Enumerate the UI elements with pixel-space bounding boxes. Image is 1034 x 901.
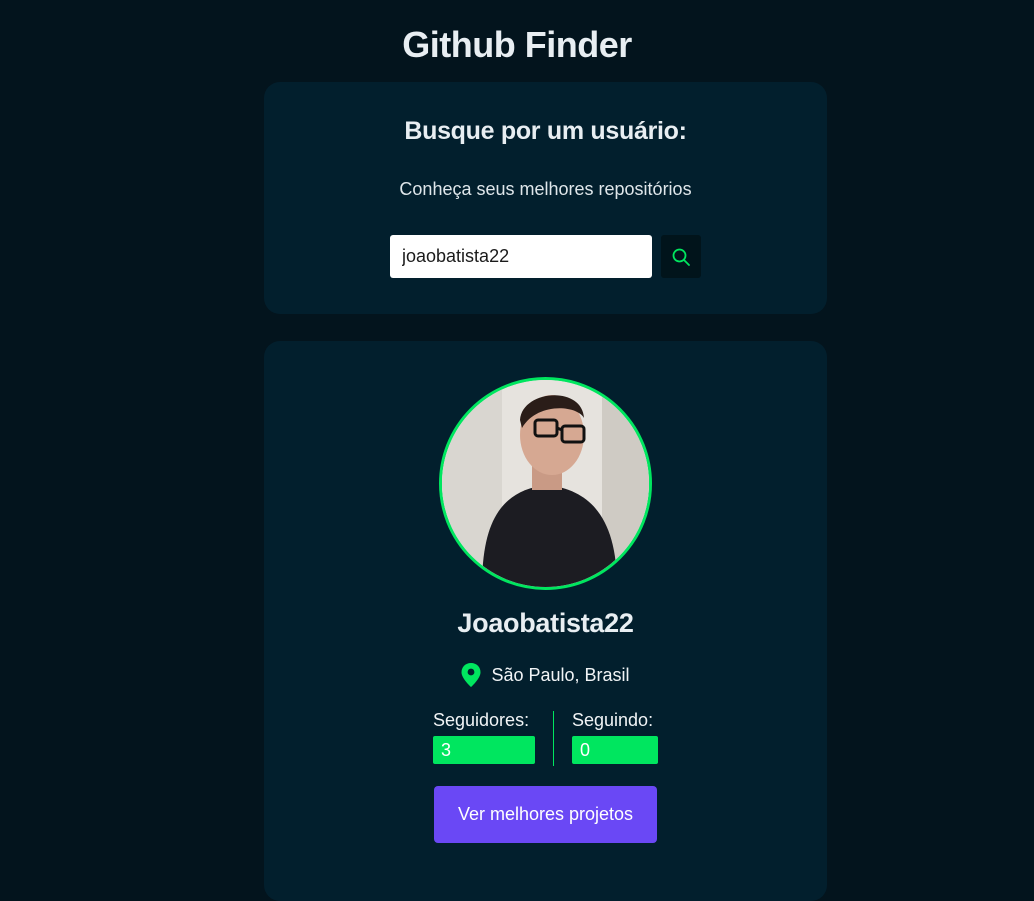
app-title: Github Finder [402, 24, 632, 65]
profile-username: Joaobatista22 [457, 608, 634, 638]
location-text: São Paulo, Brasil [491, 664, 630, 685]
following-label: Seguindo: [572, 710, 654, 730]
search-subtitle: Conheça seus melhores repositórios [399, 179, 692, 199]
location-pin-icon [461, 663, 481, 687]
profile-card: Joaobatista22 São Paulo, Brasil Seguidor… [264, 341, 827, 901]
search-icon [672, 248, 690, 266]
followers-count: 3 [433, 736, 535, 764]
profile-location: São Paulo, Brasil [264, 663, 827, 687]
search-input[interactable] [390, 235, 652, 278]
stats-divider [553, 711, 554, 766]
avatar [439, 377, 652, 590]
followers-label: Seguidores: [433, 710, 530, 730]
search-card: Busque por um usuário: Conheça seus melh… [264, 82, 827, 314]
following-count: 0 [572, 736, 658, 764]
search-heading: Busque por um usuário: [404, 117, 687, 145]
view-best-projects-button[interactable]: Ver melhores projetos [434, 786, 657, 843]
following-stat: Seguindo: 0 [572, 709, 658, 764]
profile-stats: Seguidores: 3 Seguindo: 0 [264, 709, 827, 766]
search-button[interactable] [661, 235, 701, 278]
followers-stat: Seguidores: 3 [433, 709, 535, 764]
